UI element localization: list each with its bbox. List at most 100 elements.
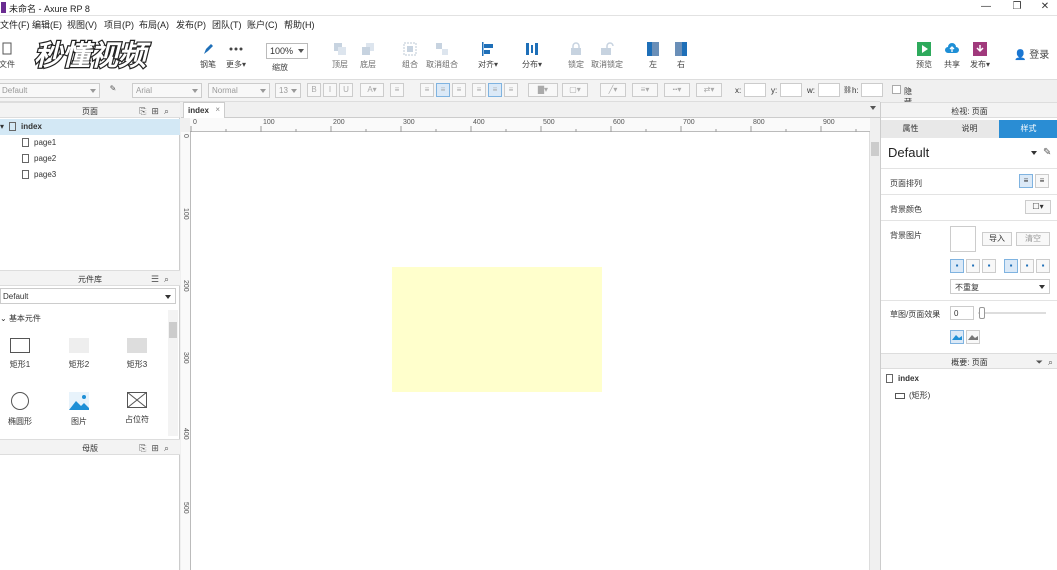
- font-size-select[interactable]: 13: [275, 83, 301, 98]
- clear-button[interactable]: 清空: [1016, 232, 1050, 246]
- publish-button[interactable]: 发布▾: [964, 42, 996, 70]
- menu-layout[interactable]: 布局(A): [139, 18, 169, 31]
- library-panel-actions[interactable]: ☰⌕: [151, 274, 174, 285]
- ungroup-tool[interactable]: 取消组合: [426, 42, 458, 70]
- library-section-header[interactable]: ⌄ 基本元件: [0, 313, 41, 324]
- canvas-scrollbar[interactable]: [869, 132, 880, 570]
- align-left-button[interactable]: ≡: [420, 83, 434, 97]
- menu-view[interactable]: 视图(V): [67, 18, 97, 31]
- zoom-select[interactable]: 100%: [266, 43, 308, 59]
- scrollbar-thumb[interactable]: [871, 142, 879, 156]
- menu-team[interactable]: 团队(T): [212, 18, 242, 31]
- sketch-slider-thumb[interactable]: [979, 307, 985, 319]
- masters-panel-actions[interactable]: ⎘⊞⌕: [139, 443, 174, 454]
- tab-notes[interactable]: 说明: [940, 120, 999, 138]
- minimize-button[interactable]: —: [971, 0, 1001, 15]
- restore-button[interactable]: ❐: [1002, 0, 1032, 15]
- bg-repeat-select[interactable]: 不重复: [950, 279, 1050, 294]
- import-button[interactable]: 导入: [982, 232, 1012, 246]
- page-item-index[interactable]: ▾ index: [0, 119, 180, 135]
- widget-image[interactable]: 图片: [59, 392, 99, 427]
- tab-style[interactable]: 样式: [999, 120, 1057, 138]
- menu-help[interactable]: 帮助(H): [284, 18, 315, 31]
- unlock-tool[interactable]: 取消锁定: [591, 42, 623, 70]
- bg-align-right-button[interactable]: ▪: [982, 259, 996, 273]
- menu-account[interactable]: 账户(C): [247, 18, 278, 31]
- close-icon[interactable]: ×: [215, 105, 220, 114]
- valign-bottom-button[interactable]: ≡: [504, 83, 518, 97]
- bg-align-left-button[interactable]: ▪: [950, 259, 964, 273]
- close-button[interactable]: ✕: [1033, 0, 1057, 15]
- style-edit-icon[interactable]: ✎: [106, 83, 120, 97]
- tab-properties[interactable]: 属性: [881, 120, 940, 138]
- chevron-down-icon[interactable]: ▾: [0, 122, 4, 131]
- send-bottom-tool[interactable]: 底层: [352, 42, 384, 70]
- style-name[interactable]: Default: [888, 145, 929, 160]
- align-right-button[interactable]: ≡: [452, 83, 466, 97]
- shadow-button[interactable]: ▢▾: [562, 83, 588, 97]
- style-select[interactable]: Default: [0, 83, 100, 98]
- outline-item-rectangle[interactable]: (矩形): [895, 390, 930, 401]
- menu-edit[interactable]: 编辑(E): [32, 18, 62, 31]
- valign-top-button[interactable]: ≡: [472, 83, 486, 97]
- w-input[interactable]: [818, 83, 840, 97]
- menu-file[interactable]: 文件(F): [0, 18, 30, 31]
- page-align-left-button[interactable]: ≡: [1019, 174, 1033, 188]
- outline-actions[interactable]: ⏷⌕: [1036, 357, 1057, 368]
- h-input[interactable]: [861, 83, 883, 97]
- menu-project[interactable]: 项目(P): [104, 18, 134, 31]
- hidden-checkbox[interactable]: [892, 85, 901, 94]
- font-weight-select[interactable]: Normal: [208, 83, 270, 98]
- italic-button[interactable]: I: [323, 83, 337, 97]
- line-color-button[interactable]: ╱▾: [600, 83, 626, 97]
- page-align-center-button[interactable]: ≡: [1035, 174, 1049, 188]
- chevron-down-icon[interactable]: [1031, 151, 1037, 155]
- y-input[interactable]: [780, 83, 802, 97]
- group-tool[interactable]: 组合: [394, 42, 426, 70]
- line-style-button[interactable]: ┅▾: [664, 83, 690, 97]
- widget-rect3[interactable]: 矩形3: [117, 338, 157, 370]
- bg-valign-middle-button[interactable]: ▪: [1020, 259, 1034, 273]
- font-color-button[interactable]: A▾: [360, 83, 384, 97]
- bold-button[interactable]: B: [307, 83, 321, 97]
- sketch-slider-track[interactable]: [978, 312, 1046, 314]
- more-tool[interactable]: 更多▾: [220, 42, 252, 70]
- fill-color-button[interactable]: ▇▾: [528, 83, 558, 97]
- widget-rect2[interactable]: 矩形2: [59, 338, 99, 370]
- page-item-page3[interactable]: page3: [0, 167, 180, 183]
- align-tool[interactable]: 对齐▾: [472, 42, 504, 70]
- bg-valign-top-button[interactable]: ▪: [1004, 259, 1018, 273]
- login-button[interactable]: 👤 登录: [1014, 46, 1049, 61]
- lock-tool[interactable]: 锁定: [560, 42, 592, 70]
- page-item-page2[interactable]: page2: [0, 151, 180, 167]
- lock-ratio-icon[interactable]: ⛓: [843, 86, 852, 94]
- bullet-button[interactable]: ≡: [390, 83, 404, 97]
- arrow-style-button[interactable]: ⇄▾: [696, 83, 722, 97]
- widget-ellipse[interactable]: 椭圆形: [0, 392, 40, 427]
- distribute-tool[interactable]: 分布▾: [516, 42, 548, 70]
- edit-style-icon[interactable]: ✎: [1043, 147, 1051, 158]
- library-scrollbar[interactable]: [168, 310, 178, 436]
- sketch-value-input[interactable]: 0: [950, 306, 974, 320]
- bg-valign-bottom-button[interactable]: ▪: [1036, 259, 1050, 273]
- rectangle-widget[interactable]: [392, 267, 602, 392]
- right-panel-toggle[interactable]: 右: [665, 42, 697, 70]
- outline-item-index[interactable]: index: [886, 374, 919, 384]
- menu-publish[interactable]: 发布(P): [176, 18, 206, 31]
- widget-rect1[interactable]: 矩形1: [0, 338, 40, 370]
- file-tool[interactable]: 文件: [0, 42, 23, 70]
- bg-color-picker[interactable]: ☐▾: [1025, 200, 1051, 214]
- valign-middle-button[interactable]: ≡: [488, 83, 502, 97]
- font-select[interactable]: Arial: [132, 83, 202, 98]
- tab-index[interactable]: index ×: [183, 102, 225, 118]
- pages-panel-actions[interactable]: ⎘⊞⌕: [139, 106, 174, 117]
- widget-placeholder[interactable]: 占位符: [117, 392, 157, 425]
- sketch-gray-button[interactable]: [966, 330, 980, 344]
- underline-button[interactable]: U: [339, 83, 353, 97]
- library-select[interactable]: Default: [0, 288, 176, 304]
- line-width-button[interactable]: ≡▾: [632, 83, 658, 97]
- bg-align-center-button[interactable]: ▪: [966, 259, 980, 273]
- x-input[interactable]: [744, 83, 766, 97]
- sketch-color-button[interactable]: [950, 330, 964, 344]
- page-item-page1[interactable]: page1: [0, 135, 180, 151]
